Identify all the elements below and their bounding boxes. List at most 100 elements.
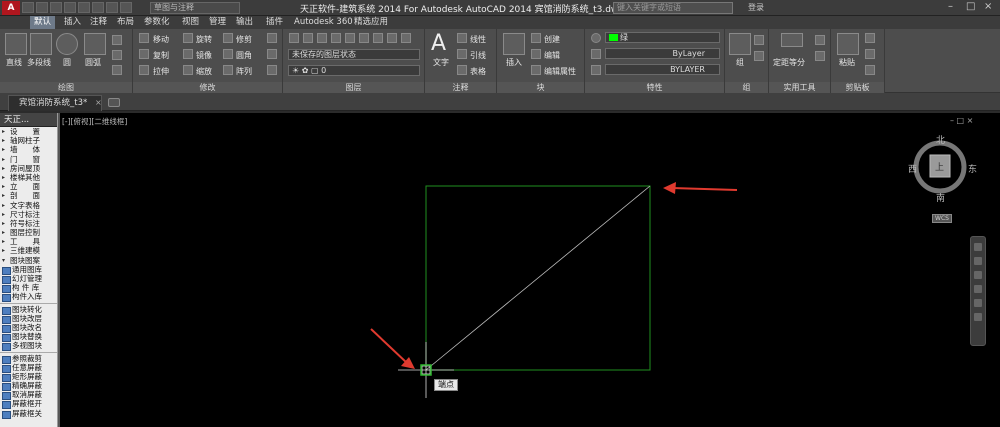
- open-icon[interactable]: [36, 2, 48, 13]
- layer-match-icon[interactable]: [373, 33, 383, 43]
- pan-icon[interactable]: [974, 257, 982, 265]
- compass-north[interactable]: 北: [936, 133, 945, 146]
- linetype-select[interactable]: ByLayer: [605, 48, 720, 59]
- palette-header[interactable]: 天正...: [0, 113, 57, 127]
- annotation-panel-title[interactable]: 注释: [425, 82, 496, 93]
- layer-select[interactable]: ☀ ✿ ▢ 0: [288, 65, 420, 76]
- orbit-icon[interactable]: [974, 285, 982, 293]
- plot-icon[interactable]: [92, 2, 104, 13]
- copy-button[interactable]: 复制: [153, 50, 169, 61]
- zoom-icon[interactable]: [974, 271, 982, 279]
- palette-item[interactable]: 立 面: [0, 182, 57, 191]
- palette-subitem[interactable]: 图块改层: [0, 314, 57, 324]
- palette-item[interactable]: 图层控制: [0, 228, 57, 237]
- stretch-icon[interactable]: [139, 65, 149, 75]
- match-properties-icon[interactable]: [591, 33, 601, 43]
- dimension-icon[interactable]: [457, 33, 467, 43]
- tab-view[interactable]: 视图: [178, 16, 203, 29]
- match-icon[interactable]: [865, 65, 875, 75]
- move-icon[interactable]: [139, 33, 149, 43]
- mirror-button[interactable]: 镜像: [196, 50, 212, 61]
- cut-icon[interactable]: [865, 33, 875, 43]
- text-icon[interactable]: A: [431, 31, 446, 56]
- palette-subitem[interactable]: 屏蔽框关: [0, 409, 57, 419]
- palette-subitem[interactable]: 任意屏蔽: [0, 363, 57, 373]
- layer-properties-icon[interactable]: [289, 33, 299, 43]
- edit-block-icon[interactable]: [531, 49, 541, 59]
- scale-button[interactable]: 缩放: [196, 66, 212, 77]
- explode-icon[interactable]: [267, 49, 277, 59]
- circle-label[interactable]: 圆: [63, 57, 71, 68]
- steering-wheel-icon[interactable]: [974, 243, 982, 251]
- copy-icon[interactable]: [139, 49, 149, 59]
- leader-icon[interactable]: [457, 49, 467, 59]
- dimension-button[interactable]: 线性: [470, 34, 486, 45]
- paste-label[interactable]: 粘贴: [839, 57, 855, 68]
- polyline-icon[interactable]: [30, 33, 52, 55]
- palette-subitem[interactable]: 构 件 库: [0, 283, 57, 294]
- layer-lock-icon[interactable]: [359, 33, 369, 43]
- palette-item-expanded[interactable]: 图块图案: [0, 256, 57, 265]
- layers-panel-title[interactable]: 图层: [283, 82, 424, 93]
- workspace-select[interactable]: 草图与注释: [150, 2, 240, 14]
- tab-parametric[interactable]: 参数化: [140, 16, 174, 29]
- lineweight-select[interactable]: BYLAYER: [605, 64, 720, 75]
- arc-label[interactable]: 圆弧: [85, 57, 101, 68]
- palette-subitem[interactable]: 多视图块: [0, 341, 57, 352]
- clipboard-panel-title[interactable]: 剪贴板: [831, 82, 884, 93]
- palette-subitem[interactable]: 图块改名: [0, 323, 57, 334]
- save-icon[interactable]: [50, 2, 62, 13]
- edit-attribute-button[interactable]: 编辑属性: [544, 66, 576, 77]
- save-as-icon[interactable]: [64, 2, 76, 13]
- showmotion-icon[interactable]: [974, 299, 982, 307]
- layer-isolate-icon[interactable]: [331, 33, 341, 43]
- create-block-icon[interactable]: [531, 33, 541, 43]
- palette-subitem[interactable]: 幻灯管理: [0, 274, 57, 285]
- insert-block-icon[interactable]: [503, 33, 525, 55]
- compass-west[interactable]: 西: [908, 162, 917, 175]
- palette-item[interactable]: 轴网柱子: [0, 136, 57, 145]
- palette-subitem[interactable]: 精确屏蔽: [0, 381, 57, 392]
- palette-item[interactable]: 楼梯其他: [0, 173, 57, 182]
- edit-block-button[interactable]: 编辑: [544, 50, 560, 61]
- palette-item[interactable]: 尺寸标注: [0, 210, 57, 219]
- insert-label[interactable]: 插入: [506, 57, 522, 68]
- polyline-label[interactable]: 多段线: [27, 57, 51, 68]
- offset-icon[interactable]: [267, 65, 277, 75]
- line-label[interactable]: 直线: [6, 57, 22, 68]
- palette-item[interactable]: 房间屋顶: [0, 164, 57, 173]
- measure-label[interactable]: 定距等分: [773, 57, 805, 68]
- tab-home[interactable]: 默认: [30, 16, 56, 29]
- compass-south[interactable]: 南: [936, 191, 945, 204]
- new-icon[interactable]: [22, 2, 34, 13]
- edit-attribute-icon[interactable]: [531, 65, 541, 75]
- groups-panel-title[interactable]: 组: [725, 82, 768, 93]
- rotate-icon[interactable]: [183, 33, 193, 43]
- palette-subitem[interactable]: 矩形屏蔽: [0, 372, 57, 383]
- layer-freeze-icon[interactable]: [345, 33, 355, 43]
- array-button[interactable]: 阵列: [236, 66, 252, 77]
- fillet-icon[interactable]: [223, 49, 233, 59]
- text-label[interactable]: 文字: [433, 57, 449, 68]
- group-label[interactable]: 组: [736, 57, 744, 68]
- wcs-menu[interactable]: WCS: [932, 214, 952, 223]
- erase-icon[interactable]: [267, 33, 277, 43]
- leader-button[interactable]: 引线: [470, 50, 486, 61]
- maximize-icon[interactable]: □: [966, 1, 975, 12]
- hatch-icon[interactable]: [112, 50, 122, 60]
- tab-annotate[interactable]: 注释: [86, 16, 111, 29]
- utilities-panel-title[interactable]: 实用工具: [769, 82, 830, 93]
- palette-item[interactable]: 剖 面: [0, 191, 57, 200]
- layer-off-icon[interactable]: [317, 33, 327, 43]
- layer-unisolate-icon[interactable]: [387, 33, 397, 43]
- paste-icon[interactable]: [837, 33, 859, 55]
- create-block-button[interactable]: 创建: [544, 34, 560, 45]
- circle-icon[interactable]: [56, 33, 78, 55]
- arc-icon[interactable]: [84, 33, 106, 55]
- layer-state-icon[interactable]: [303, 33, 313, 43]
- new-tab-icon[interactable]: [108, 98, 120, 107]
- viewcube-top-face[interactable]: 上: [935, 160, 944, 173]
- quick-select-icon[interactable]: [815, 51, 825, 61]
- rectangle-icon[interactable]: [112, 35, 122, 45]
- copy-clip-icon[interactable]: [865, 49, 875, 59]
